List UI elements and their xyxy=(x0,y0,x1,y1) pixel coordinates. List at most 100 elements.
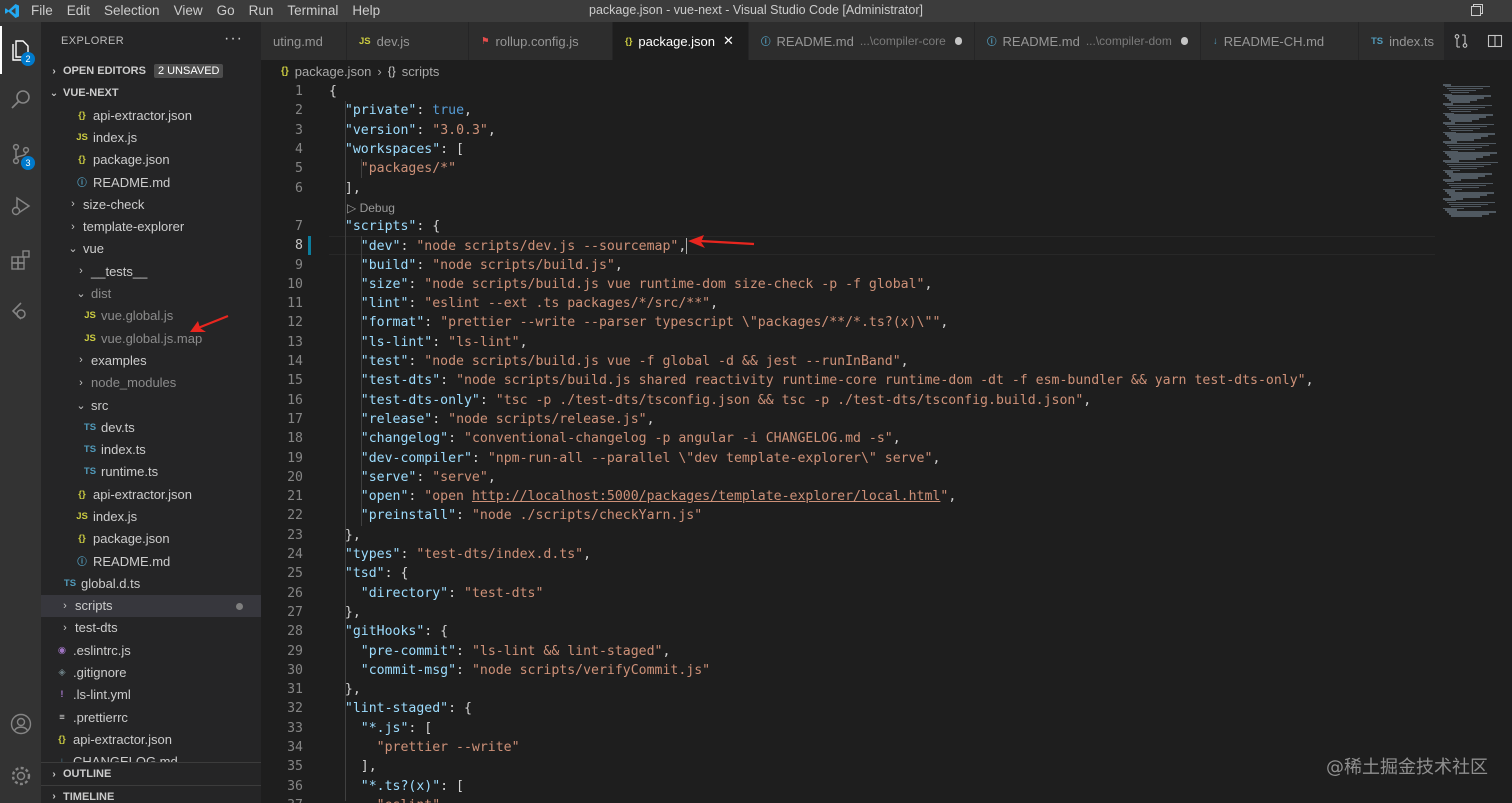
workspace-root-section[interactable]: ⌄ VUE-NEXT xyxy=(41,82,261,104)
code-token: "tsd" xyxy=(344,566,385,582)
tab-readme-md[interactable]: ⓘ README.md ...\compiler-dom xyxy=(975,22,1201,60)
accounts-activity[interactable] xyxy=(0,700,41,748)
explorer-activity[interactable]: 2 xyxy=(0,26,41,74)
line-content: "gitHooks": { xyxy=(329,624,448,639)
object-symbol-icon: {} xyxy=(387,64,396,78)
tree-folder[interactable]: ⌄ dist xyxy=(41,282,261,304)
tree-file[interactable]: ≡ .prettierrc xyxy=(41,706,261,728)
restore-window-icon[interactable] xyxy=(1470,3,1484,17)
line-number: 10 xyxy=(287,276,303,292)
tree-folder[interactable]: ⌄ vue xyxy=(41,238,261,260)
tree-file[interactable]: {} api-extractor.json xyxy=(41,483,261,505)
extensions-activity[interactable] xyxy=(0,236,41,284)
menu-item-selection[interactable]: Selection xyxy=(97,0,167,22)
close-icon[interactable]: ✕ xyxy=(723,33,734,49)
tree-item-label: README.md xyxy=(93,174,171,190)
line-number: 35 xyxy=(287,759,303,775)
code-token: "node ./scripts/checkYarn.js" xyxy=(471,508,703,524)
tree-file[interactable]: JS index.js xyxy=(41,126,261,148)
tree-file[interactable]: {} package.json xyxy=(41,149,261,171)
tab-package-json[interactable]: {} package.json ✕ xyxy=(613,22,749,60)
menu-item-file[interactable]: File xyxy=(24,0,60,22)
tree-file[interactable]: {} package.json xyxy=(41,528,261,550)
tree-folder[interactable]: › __tests__ xyxy=(41,260,261,282)
code-token: : xyxy=(408,296,425,312)
modified-dot-icon[interactable] xyxy=(1180,37,1188,45)
manage-activity[interactable] xyxy=(0,752,41,800)
menu-item-help[interactable]: Help xyxy=(345,0,387,22)
tree-file[interactable]: ! .ls-lint.yml xyxy=(41,684,261,706)
tab-readme-md[interactable]: ⓘ README.md ...\compiler-core xyxy=(749,22,975,60)
tree-file[interactable]: ◉ .eslintrc.js xyxy=(41,639,261,661)
menu-item-run[interactable]: Run xyxy=(242,0,281,22)
code-token: "node scripts/build.js shared reactivity… xyxy=(456,373,1306,389)
info-file-icon: ⓘ xyxy=(77,557,87,569)
open-changes-icon[interactable] xyxy=(1453,33,1469,49)
tab-readme-ch-md[interactable]: ↓ README-CH.md xyxy=(1201,22,1359,60)
tree-file[interactable]: ⓘ README.md xyxy=(41,550,261,572)
tree-file[interactable]: ◈ .gitignore xyxy=(41,661,261,683)
minimap-line xyxy=(1451,91,1469,94)
tree-folder[interactable]: › scripts xyxy=(41,594,261,617)
minimap[interactable] xyxy=(1439,82,1512,803)
code-line: 37 "eslint" xyxy=(261,796,1439,803)
menu-item-terminal[interactable]: Terminal xyxy=(280,0,345,22)
breadcrumb-symbol[interactable]: scripts xyxy=(402,64,440,79)
debug-codelens[interactable]: ▷ Debug xyxy=(347,201,395,217)
modified-dot-icon[interactable] xyxy=(954,37,962,45)
code-editor[interactable]: ▷ Debug 1{2 "private": true, 3 "version":… xyxy=(261,82,1439,803)
tree-folder[interactable]: › template-explorer xyxy=(41,215,261,237)
tree-file[interactable]: {} api-extractor.json xyxy=(41,104,261,126)
menu-item-edit[interactable]: Edit xyxy=(60,0,97,22)
source-control-badge: 3 xyxy=(21,156,35,170)
tree-file[interactable]: TS runtime.ts xyxy=(41,461,261,483)
code-token: "size" xyxy=(360,276,409,292)
tab-rollup-config-js[interactable]: ⚑ rollup.config.js xyxy=(469,22,613,60)
tree-file[interactable]: {} api-extractor.json xyxy=(41,728,261,750)
code-line: 9 "build": "node scripts/build.js", xyxy=(261,255,1439,274)
tab-index-ts[interactable]: TS index.ts xyxy=(1359,22,1449,60)
code-token[interactable]: http://localhost:5000/packages/template-… xyxy=(472,489,940,504)
code-token: : xyxy=(400,547,417,563)
tree-file[interactable]: ⓘ README.md xyxy=(41,171,261,193)
tree-folder[interactable]: › examples xyxy=(41,349,261,371)
code-token: , xyxy=(519,334,528,350)
tree-folder[interactable]: › node_modules xyxy=(41,372,261,394)
tree-folder[interactable]: › test-dts xyxy=(41,617,261,639)
tab-dev-js[interactable]: JS dev.js xyxy=(347,22,469,60)
code-token: "prettier --write --parser typescript \"… xyxy=(440,315,941,331)
menu-item-view[interactable]: View xyxy=(167,0,210,22)
outline-section[interactable]: › OUTLINE xyxy=(41,763,261,785)
split-editor-icon[interactable] xyxy=(1487,33,1503,49)
timeline-section[interactable]: › TIMELINE xyxy=(41,785,261,803)
line-number: 3 xyxy=(295,122,303,138)
chevron-right-icon: › xyxy=(52,791,56,802)
more-actions-icon[interactable]: ··· xyxy=(224,30,243,48)
remote-activity[interactable] xyxy=(0,288,41,336)
tree-item-label: .prettierrc xyxy=(73,709,128,725)
chevron-down-icon: ⌄ xyxy=(68,243,78,256)
tree-folder[interactable]: › size-check xyxy=(41,193,261,215)
tree-file[interactable]: TS index.ts xyxy=(41,438,261,460)
code-line: 31 }, xyxy=(261,680,1439,699)
search-activity[interactable] xyxy=(0,76,41,124)
open-editors-section[interactable]: › OPEN EDITORS 2 UNSAVED xyxy=(41,60,261,82)
tree-folder[interactable]: ⌄ src xyxy=(41,394,261,416)
tab-uting-md[interactable]: uting.md xyxy=(261,22,347,60)
breadcrumb-file[interactable]: package.json xyxy=(295,64,372,79)
run-debug-activity[interactable] xyxy=(0,182,41,230)
tree-file[interactable]: TS global.d.ts xyxy=(41,572,261,594)
code-token: , xyxy=(948,489,957,505)
code-token: : xyxy=(416,257,433,273)
tree-file[interactable]: TS dev.ts xyxy=(41,416,261,438)
code-token: "node scripts/build.js" xyxy=(432,257,615,273)
source-control-activity[interactable]: 3 xyxy=(0,130,41,178)
line-number: 4 xyxy=(295,142,303,158)
code-token: "node scripts/build.js vue -f global -d … xyxy=(424,354,901,370)
tree-file[interactable]: JS index.js xyxy=(41,505,261,527)
menu-item-go[interactable]: Go xyxy=(210,0,242,22)
line-content: "tsd": { xyxy=(329,566,409,582)
tree-item-label: node_modules xyxy=(91,375,177,391)
